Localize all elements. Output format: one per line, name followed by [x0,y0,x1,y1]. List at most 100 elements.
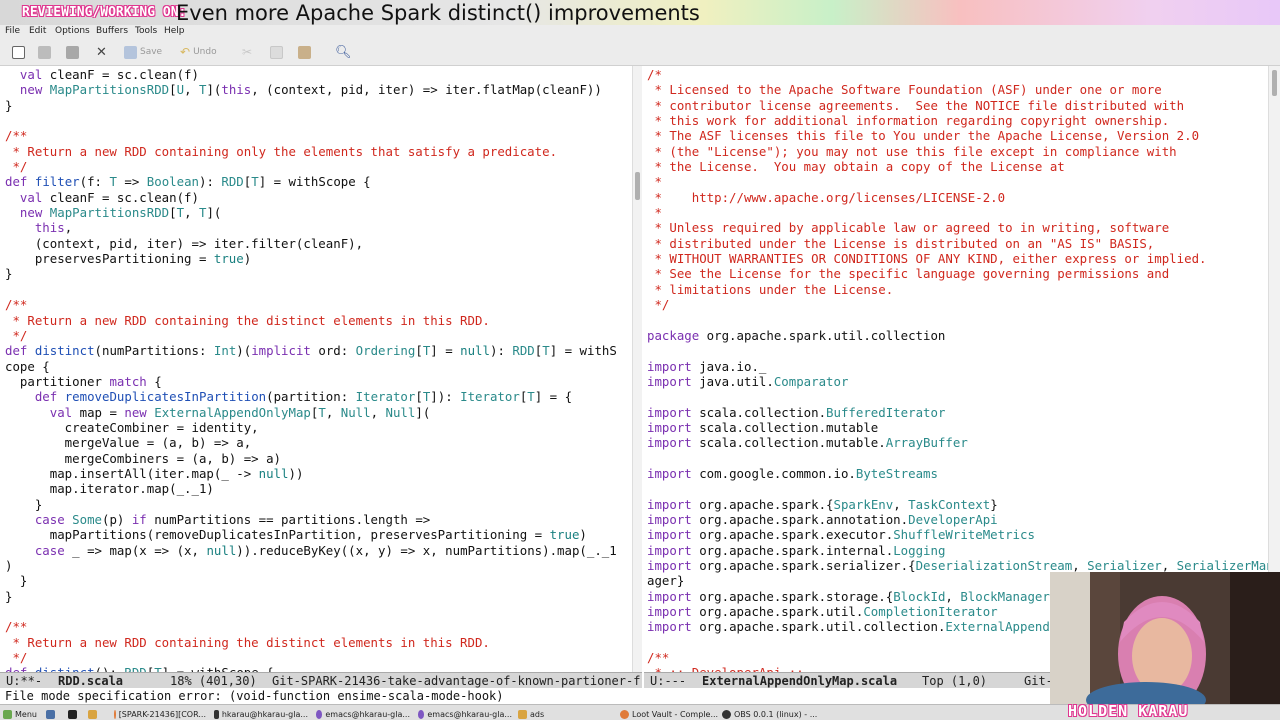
left-code-line[interactable]: ​ [5,113,617,128]
right-code-line[interactable]: import org.apache.spark.{SparkEnv, TaskC… [647,497,1268,512]
left-code-line[interactable]: /** [5,128,617,143]
right-code-line[interactable]: * the License. You may obtain a copy of … [647,159,1268,174]
left-code-area[interactable]: val cleanF = sc.clean(f) new MapPartitio… [5,67,617,672]
right-code-line[interactable]: ​ [647,313,1268,328]
left-code-line[interactable]: } [5,98,617,113]
paste-button[interactable] [298,44,311,60]
taskbar-show-desktop[interactable] [46,708,62,720]
open-folder-button[interactable] [38,44,51,60]
left-code-line[interactable]: */ [5,159,617,174]
left-code-line[interactable]: */ [5,650,617,665]
right-code-line[interactable]: * contributor license agreements. See th… [647,98,1268,113]
right-code-line[interactable]: * WITHOUT WARRANTIES OR CONDITIONS OF AN… [647,251,1268,266]
right-code-line[interactable]: ​ [647,451,1268,466]
close-button[interactable]: ✕ [96,44,107,60]
left-code-line[interactable]: } [5,266,617,281]
left-editor-pane[interactable]: val cleanF = sc.clean(f) new MapPartitio… [0,66,632,672]
left-code-line[interactable]: * Return a new RDD containing the distin… [5,313,617,328]
taskbar-item-obs[interactable]: OBS 0.0.1 (linux) - ... [722,708,822,720]
left-code-line[interactable]: partitioner match { [5,374,617,389]
right-code-line[interactable]: * distributed under the License is distr… [647,236,1268,251]
right-buffer-name[interactable]: ExternalAppendOnlyMap.scala [702,674,897,688]
search-button[interactable]: 🔍︎ [335,44,352,60]
left-code-line[interactable]: def filter(f: T => Boolean): RDD[T] = wi… [5,174,617,189]
right-code-line[interactable]: */ [647,297,1268,312]
left-code-line[interactable]: * Return a new RDD containing the distin… [5,635,617,650]
right-code-line[interactable]: import scala.collection.mutable [647,420,1268,435]
right-code-line[interactable]: * (the "License"); you may not use this … [647,144,1268,159]
left-code-line[interactable]: * Return a new RDD containing only the e… [5,144,617,159]
right-code-line[interactable]: ​ [647,481,1268,496]
right-code-line[interactable]: import org.apache.spark.annotation.Devel… [647,512,1268,527]
left-scrollbar[interactable] [632,66,642,672]
left-scrollbar-thumb[interactable] [635,172,640,200]
menu-tools[interactable]: Tools [135,26,157,36]
left-buffer-name[interactable]: RDD.scala [58,674,123,688]
right-code-line[interactable]: import scala.collection.BufferedIterator [647,405,1268,420]
right-code-line[interactable]: * this work for additional information r… [647,113,1268,128]
taskbar-item-browser[interactable]: [SPARK-21436][COR... [114,708,206,720]
left-code-line[interactable]: mapPartitions(removeDuplicatesInPartitio… [5,527,617,542]
right-code-line[interactable]: import java.util.Comparator [647,374,1268,389]
left-code-line[interactable]: } [5,573,617,588]
left-code-line[interactable]: map.iterator.map(_._1) [5,481,617,496]
right-code-line[interactable]: * The ASF licenses this file to You unde… [647,128,1268,143]
left-code-line[interactable]: ​ [5,282,617,297]
menu-options[interactable]: Options [55,26,90,36]
left-code-line[interactable]: /** [5,297,617,312]
left-code-line[interactable]: case _ => map(x => (x, null)).reduceByKe… [5,543,617,558]
left-code-line[interactable]: def removeDuplicatesInPartition(partitio… [5,389,617,404]
left-code-line[interactable]: this, [5,220,617,235]
left-code-line[interactable]: val cleanF = sc.clean(f) [5,67,617,82]
right-code-line[interactable]: * limitations under the License. [647,282,1268,297]
left-code-line[interactable]: */ [5,328,617,343]
left-code-line[interactable]: } [5,497,617,512]
undo-button[interactable]: ↶ Undo [180,44,217,60]
new-file-button[interactable] [12,44,25,60]
left-code-line[interactable]: preservesPartitioning = true) [5,251,617,266]
menu-help[interactable]: Help [164,26,185,36]
cut-button[interactable]: ✂ [242,44,252,60]
taskbar-item-ads[interactable]: ads [518,708,612,720]
taskbar-terminal-launcher[interactable] [68,708,84,720]
left-code-line[interactable]: def distinct(): RDD[T] = withScope { [5,665,617,672]
right-code-line[interactable]: package org.apache.spark.util.collection [647,328,1268,343]
taskbar-files-launcher[interactable] [88,708,104,720]
left-code-line[interactable]: case Some(p) if numPartitions == partiti… [5,512,617,527]
right-code-line[interactable]: * [647,205,1268,220]
right-code-line[interactable]: import java.io._ [647,359,1268,374]
left-code-line[interactable]: new MapPartitionsRDD[T, T]( [5,205,617,220]
right-code-line[interactable]: * [647,174,1268,189]
taskbar-item-loot-vault[interactable]: Loot Vault - Comple... [620,708,720,720]
left-code-line[interactable]: def distinct(numPartitions: Int)(implici… [5,343,617,358]
left-code-line[interactable]: new MapPartitionsRDD[U, T](this, (contex… [5,82,617,97]
right-code-line[interactable]: ​ [647,389,1268,404]
save-file-button[interactable] [66,44,79,60]
right-code-line[interactable]: * See the License for the specific langu… [647,266,1268,281]
left-code-line[interactable]: ​ [5,604,617,619]
left-code-line[interactable]: mergeValue = (a, b) => a, [5,435,617,450]
left-code-line[interactable]: val map = new ExternalAppendOnlyMap[T, N… [5,405,617,420]
left-code-line[interactable]: createCombiner = identity, [5,420,617,435]
menu-file[interactable]: File [5,26,20,36]
taskbar-item-emacs-1[interactable]: emacs@hkarau-gla... [316,708,410,720]
right-code-line[interactable]: ​ [647,343,1268,358]
right-code-line[interactable]: import org.apache.spark.internal.Logging [647,543,1268,558]
left-code-line[interactable]: cope { [5,359,617,374]
left-code-line[interactable]: val cleanF = sc.clean(f) [5,190,617,205]
taskbar-menu-button[interactable]: Menu [3,708,39,720]
right-code-line[interactable]: import com.google.common.io.ByteStreams [647,466,1268,481]
left-code-line[interactable]: mergeCombiners = (a, b) => a) [5,451,617,466]
right-code-line[interactable]: * Licensed to the Apache Software Founda… [647,82,1268,97]
save-button[interactable]: Save [124,44,162,60]
left-code-line[interactable]: ) [5,558,617,573]
left-code-line[interactable]: map.insertAll(iter.map(_ -> null)) [5,466,617,481]
right-scrollbar-thumb[interactable] [1272,70,1277,96]
right-code-line[interactable]: import scala.collection.mutable.ArrayBuf… [647,435,1268,450]
menu-edit[interactable]: Edit [29,26,46,36]
taskbar-item-emacs-2[interactable]: emacs@hkarau-gla... [418,708,512,720]
right-code-line[interactable]: import org.apache.spark.executor.Shuffle… [647,527,1268,542]
copy-button[interactable] [270,44,283,60]
left-code-line[interactable]: /** [5,619,617,634]
left-code-line[interactable]: (context, pid, iter) => iter.filter(clea… [5,236,617,251]
